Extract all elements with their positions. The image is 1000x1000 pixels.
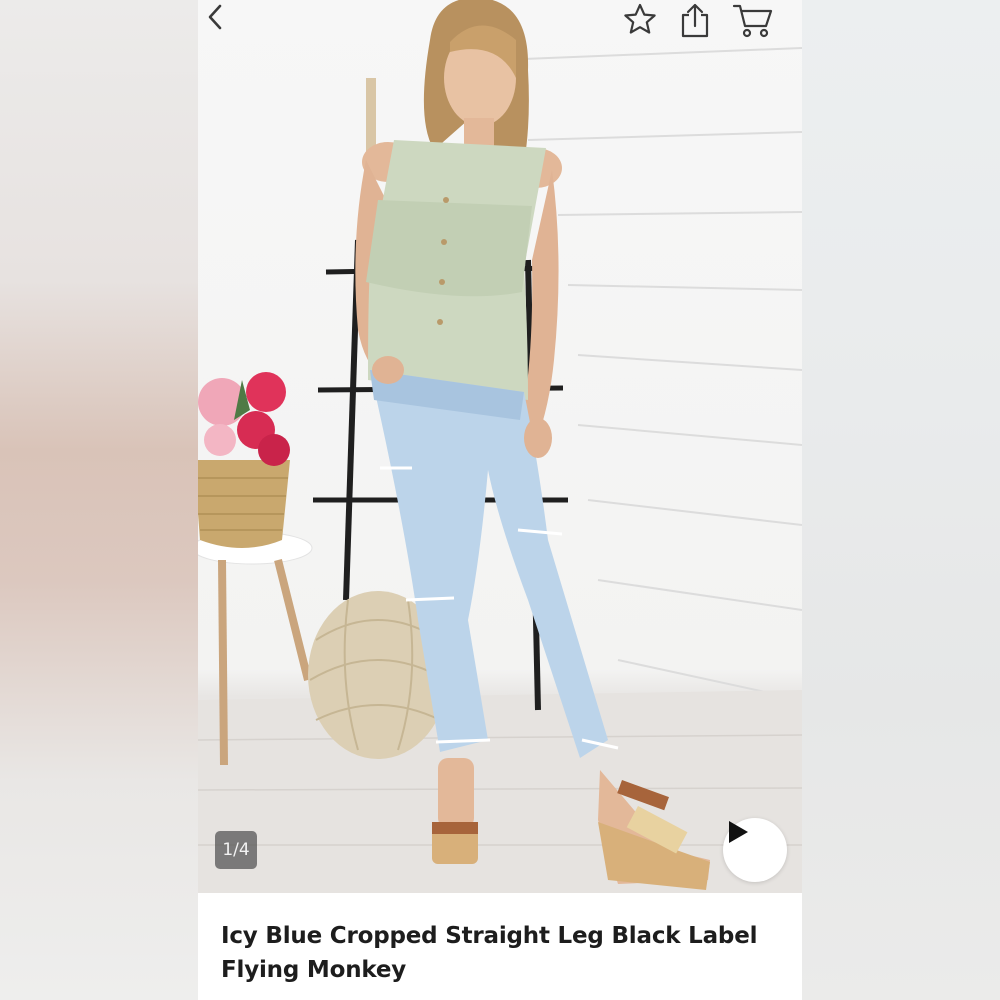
chevron-left-icon [208,4,222,30]
cart-button[interactable] [732,2,773,42]
back-button[interactable] [204,2,244,42]
star-icon [624,3,656,34]
play-video-button[interactable] [723,818,787,882]
play-icon [729,821,748,843]
product-photo[interactable]: 1/4 [198,0,802,893]
product-info-panel: Icy Blue Cropped Straight Leg Black Labe… [198,893,802,1000]
favorite-button[interactable] [622,2,662,42]
image-counter: 1/4 [215,831,257,869]
share-icon [681,3,709,38]
product-title: Icy Blue Cropped Straight Leg Black Labe… [221,923,758,983]
product-photo-illustration [198,0,802,893]
cart-icon [732,4,773,38]
share-button[interactable] [678,2,718,42]
product-screen: 1/4 Icy Blue Cropped Straight Leg Black … [198,0,802,1000]
blurred-background-left [0,0,198,1000]
blurred-background-right [802,0,1000,1000]
top-nav-bar [198,0,802,44]
